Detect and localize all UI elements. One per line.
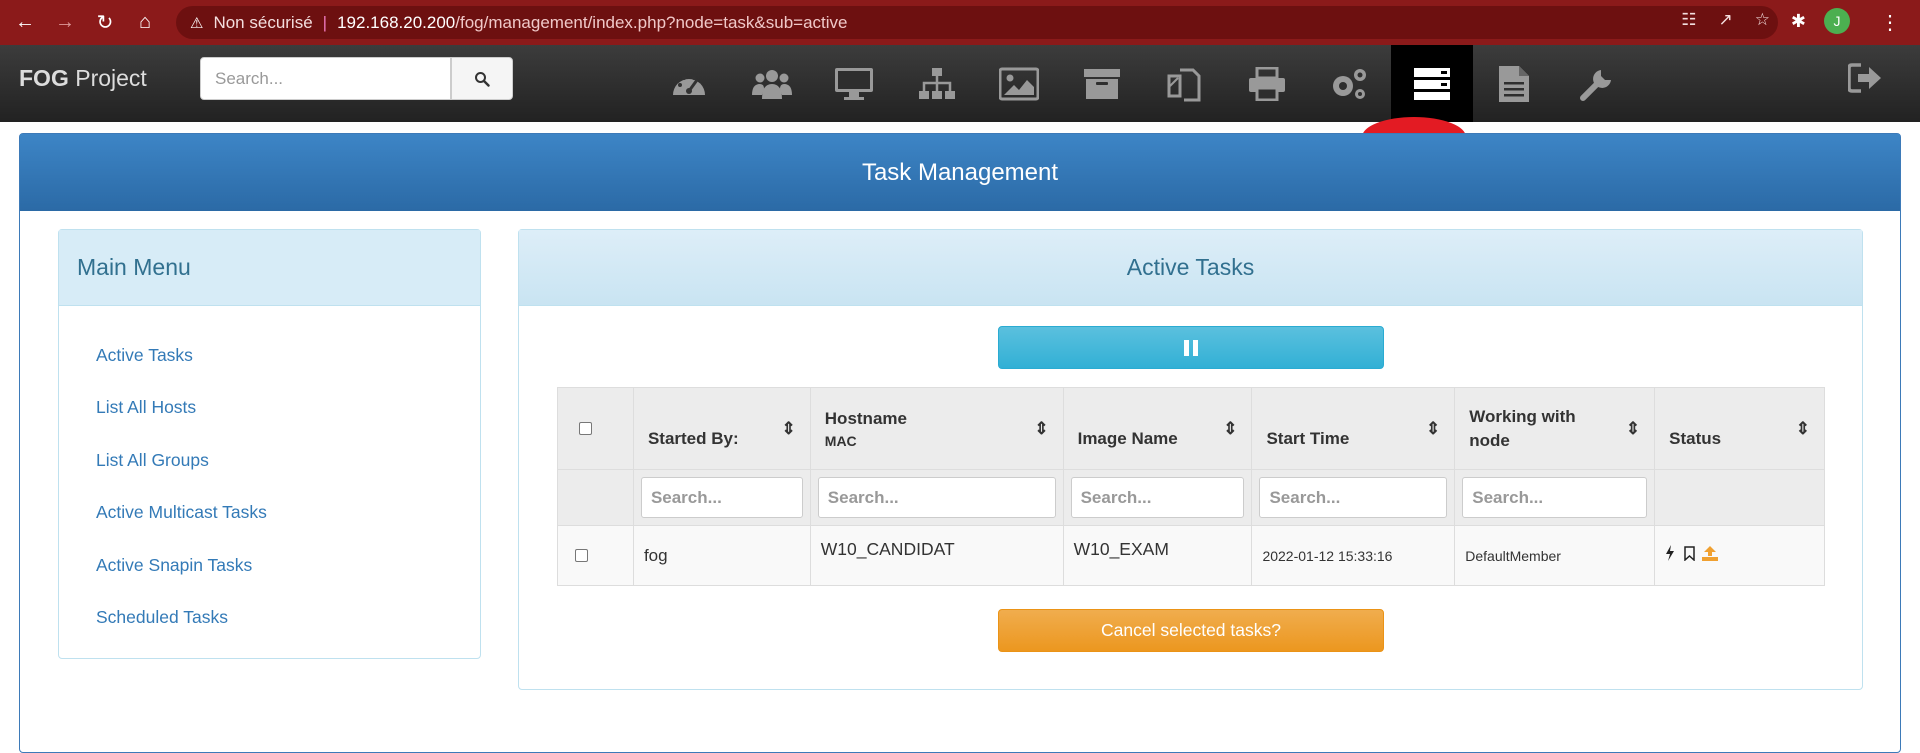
sort-icon[interactable]: ⇕: [1426, 419, 1440, 439]
settings-icon[interactable]: [1308, 45, 1391, 122]
back-icon[interactable]: ←: [10, 8, 40, 38]
security-label: Non sécurisé: [213, 12, 313, 32]
select-all-checkbox[interactable]: [579, 422, 592, 435]
print-icon[interactable]: [1226, 45, 1309, 122]
address-bar[interactable]: ⚠ Non sécurisé | 192.168.20.200/fog/mana…: [176, 6, 1778, 39]
search-icon: [475, 71, 490, 87]
column-image-name[interactable]: Image Name ⇕: [1062, 387, 1253, 470]
pause-button[interactable]: [998, 326, 1384, 369]
sort-icon[interactable]: ⇕: [782, 419, 796, 439]
logout-icon[interactable]: [1847, 63, 1882, 98]
image-name-link[interactable]: W10_EXAM: [1062, 525, 1253, 586]
sidebar-item-list-all-hosts[interactable]: List All Hosts: [59, 382, 480, 435]
sidebar-item-active-snapin-tasks[interactable]: Active Snapin Tasks: [59, 539, 480, 592]
filter-started-by-input[interactable]: Search...: [640, 477, 803, 518]
column-started-by[interactable]: Started By: ⇕: [632, 387, 811, 470]
filter-hostname-input[interactable]: Search...: [817, 477, 1056, 518]
filter-node-input[interactable]: Search...: [1462, 477, 1648, 518]
node-cell: DefaultMember: [1454, 525, 1656, 586]
sort-icon[interactable]: ⇕: [1223, 419, 1237, 439]
bookmark-icon: [1684, 546, 1695, 565]
column-status[interactable]: Status ⇕: [1654, 387, 1825, 470]
filter-image-name-input[interactable]: Search...: [1070, 477, 1245, 518]
monitor-icon[interactable]: [813, 45, 896, 122]
table-header-row: Started By: ⇕ Hostname MAC ⇕ Image Name ⇕ St…: [557, 387, 1825, 470]
hostname-link[interactable]: W10_CANDIDAT: [809, 525, 1064, 586]
extension-area: ✱ J: [1791, 8, 1850, 34]
page-title: Task Management: [20, 134, 1900, 211]
avatar[interactable]: J: [1824, 8, 1850, 34]
column-node[interactable]: Working with node ⇕: [1454, 387, 1656, 470]
report-icon[interactable]: [1473, 45, 1556, 122]
main-menu: Main Menu Active Tasks List All Hosts Li…: [58, 229, 481, 659]
select-all-cell: [557, 387, 634, 470]
sidebar-item-list-all-groups[interactable]: List All Groups: [59, 434, 480, 487]
image-icon[interactable]: [978, 45, 1061, 122]
sidebar-item-active-tasks[interactable]: Active Tasks: [59, 329, 480, 382]
archive-icon[interactable]: [1061, 45, 1144, 122]
search-input[interactable]: Search...: [200, 57, 451, 100]
started-by-cell: fog: [632, 525, 811, 586]
kebab-menu-icon[interactable]: ⋮: [1880, 10, 1900, 35]
menu-list: Active Tasks List All Hosts List All Gro…: [59, 306, 480, 644]
row-checkbox[interactable]: [575, 549, 588, 562]
url-path: /fog/management/index.php?node=task&sub=…: [455, 12, 848, 32]
active-tasks-panel: Active Tasks Started By: ⇕ Hostname MAC ⇕ I…: [518, 229, 1863, 690]
users-icon[interactable]: [731, 45, 814, 122]
sitemap-icon[interactable]: [896, 45, 979, 122]
main-nav: [648, 45, 1638, 122]
main-menu-title: Main Menu: [59, 230, 480, 306]
sort-icon[interactable]: ⇕: [1034, 419, 1048, 439]
warning-icon: ⚠: [190, 14, 204, 32]
filter-start-time-input[interactable]: Search...: [1259, 477, 1448, 518]
forward-icon[interactable]: →: [50, 8, 80, 38]
tasks-table: Started By: ⇕ Hostname MAC ⇕ Image Name ⇕ St…: [557, 387, 1825, 586]
active-tasks-title: Active Tasks: [519, 230, 1862, 306]
tasks-icon[interactable]: [1390, 45, 1473, 122]
table-row: fog W10_CANDIDAT W10_EXAM 2022-01-12 15:…: [557, 525, 1825, 586]
filter-row: Search... Search... Search... Search... …: [557, 469, 1825, 526]
address-separator: |: [322, 12, 328, 32]
wrench-icon[interactable]: [1556, 45, 1639, 122]
sidebar-item-active-multicast-tasks[interactable]: Active Multicast Tasks: [59, 487, 480, 540]
translate-icon[interactable]: ☷: [1681, 10, 1696, 30]
brand-logo[interactable]: FOG Project: [19, 65, 147, 92]
sidebar-item-scheduled-tasks[interactable]: Scheduled Tasks: [59, 592, 480, 645]
url-host: 192.168.20.200: [337, 12, 456, 32]
sort-icon[interactable]: ⇕: [1626, 419, 1640, 439]
home-icon[interactable]: ⌂: [130, 8, 160, 38]
share-icon[interactable]: ↗: [1719, 10, 1733, 30]
browser-toolbar: ← → ↻ ⌂ ⚠ Non sécurisé | 192.168.20.200/…: [0, 0, 1920, 45]
start-time-cell: 2022-01-12 15:33:16: [1251, 525, 1456, 586]
upload-icon: [1701, 546, 1718, 565]
fog-navbar: FOG Project Search...: [0, 45, 1920, 122]
cancel-tasks-button[interactable]: Cancel selected tasks?: [998, 609, 1384, 652]
pause-icon: [1182, 339, 1200, 356]
copy-icon[interactable]: [1143, 45, 1226, 122]
status-cell: [1654, 525, 1825, 586]
puzzle-icon[interactable]: ✱: [1791, 11, 1806, 32]
search-button[interactable]: [451, 57, 513, 100]
reload-icon[interactable]: ↻: [90, 8, 120, 38]
column-hostname[interactable]: Hostname MAC ⇕: [809, 387, 1064, 470]
star-icon[interactable]: ☆: [1755, 10, 1770, 30]
dashboard-icon[interactable]: [648, 45, 731, 122]
omnibox-actions: ☷ ↗ ☆: [1681, 10, 1770, 30]
bolt-icon: [1665, 545, 1675, 565]
column-start-time[interactable]: Start Time ⇕: [1251, 387, 1456, 470]
sort-icon[interactable]: ⇕: [1796, 419, 1810, 439]
